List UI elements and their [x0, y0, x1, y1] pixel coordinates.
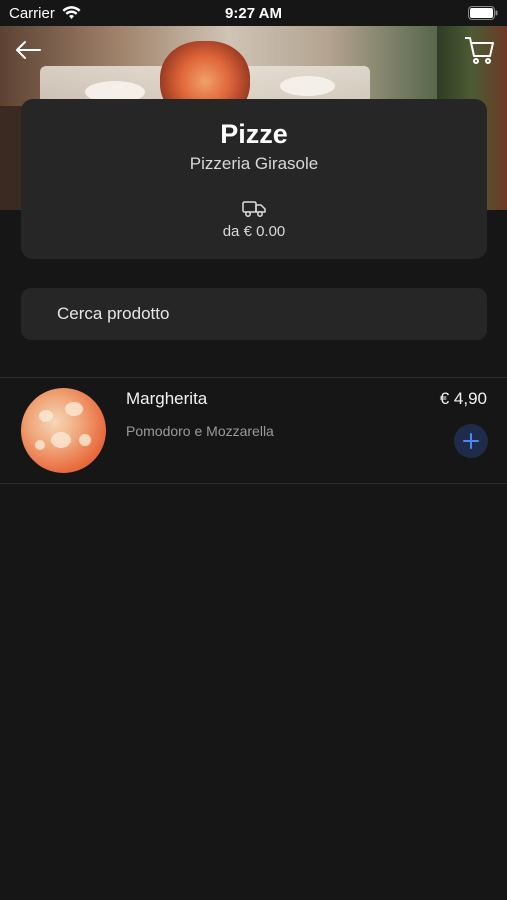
- cart-button[interactable]: [461, 32, 497, 68]
- status-time: 9:27 AM: [225, 5, 282, 22]
- restaurant-name: Pizzeria Girasole: [189, 154, 319, 173]
- status-bar: Carrier 9:27 AM: [0, 0, 507, 26]
- product-image: [21, 388, 106, 473]
- list-divider-bottom: [0, 483, 507, 484]
- product-item-margherita[interactable]: Margherita Pomodoro e Mozzarella € 4,90: [0, 378, 507, 483]
- product-price: € 4,90: [439, 389, 487, 408]
- add-to-cart-button[interactable]: [454, 424, 488, 458]
- back-button[interactable]: [10, 34, 46, 66]
- battery-icon: [468, 6, 498, 20]
- truck-icon: [242, 201, 266, 217]
- category-title: Pizze: [220, 119, 288, 149]
- cart-icon: [465, 37, 494, 64]
- search-input[interactable]: Cerca prodotto: [21, 288, 487, 340]
- plus-icon: [463, 433, 479, 449]
- delivery-cost: da € 0.00: [222, 223, 286, 240]
- product-name: Margherita: [126, 389, 208, 408]
- product-description: Pomodoro e Mozzarella: [126, 423, 274, 439]
- category-info-card: Pizze Pizzeria Girasole da € 0.00: [21, 99, 487, 259]
- search-placeholder: Cerca prodotto: [57, 304, 170, 323]
- arrow-left-icon: [16, 41, 41, 59]
